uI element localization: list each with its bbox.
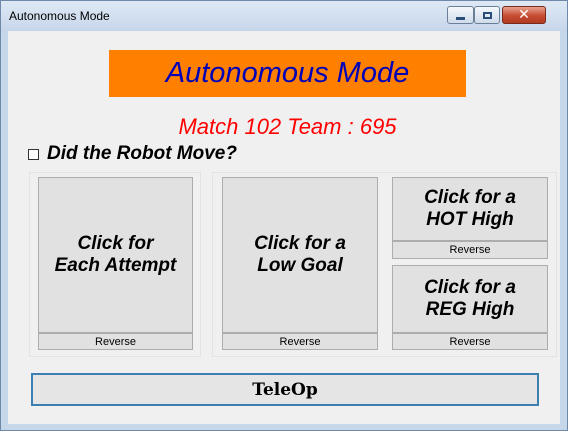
teleop-label: TeleOp xyxy=(252,379,318,400)
app-window: Autonomous Mode ✕ Autonomous Mode Match … xyxy=(0,0,568,431)
minimize-button[interactable] xyxy=(447,6,474,24)
banner-title: Autonomous Mode xyxy=(165,57,410,89)
hot-high-button[interactable]: Click for a HOT High xyxy=(392,177,548,241)
match-info: Match 102 Team : 695 xyxy=(109,108,466,134)
each-attempt-label: Click for Each Attempt xyxy=(54,233,177,276)
title-bar[interactable]: Autonomous Mode ✕ xyxy=(1,1,567,31)
robot-move-row[interactable]: Did the Robot Move? xyxy=(28,142,237,166)
reg-high-reverse-button[interactable]: Reverse xyxy=(392,333,548,350)
reg-high-button[interactable]: Click for a REG High xyxy=(392,265,548,333)
teleop-button[interactable]: TeleOp xyxy=(31,373,539,406)
maximize-icon xyxy=(482,11,492,19)
reg-high-label: Click for a REG High xyxy=(424,277,516,320)
each-attempt-button[interactable]: Click for Each Attempt xyxy=(38,177,193,333)
minimize-icon xyxy=(456,16,465,20)
hot-high-reverse-button[interactable]: Reverse xyxy=(392,241,548,259)
close-button[interactable]: ✕ xyxy=(502,6,546,24)
low-goal-button[interactable]: Click for a Low Goal xyxy=(222,177,378,333)
low-goal-label: Click for a Low Goal xyxy=(254,233,346,276)
match-info-label: Match 102 Team : 695 xyxy=(178,114,397,134)
mode-banner: Autonomous Mode xyxy=(109,50,466,97)
close-icon: ✕ xyxy=(518,7,530,23)
low-goal-reverse-button[interactable]: Reverse xyxy=(222,333,378,350)
hot-high-label: Click for a HOT High xyxy=(424,187,516,230)
form-client-area: Autonomous Mode Match 102 Team : 695 Did… xyxy=(8,31,560,424)
goals-panel: Click for a Low Goal Reverse Click for a… xyxy=(212,172,557,357)
maximize-button[interactable] xyxy=(474,6,500,24)
attempt-panel: Click for Each Attempt Reverse xyxy=(29,172,201,357)
robot-move-label[interactable]: Did the Robot Move? xyxy=(47,143,237,165)
robot-move-checkbox[interactable] xyxy=(28,148,39,160)
attempt-reverse-button[interactable]: Reverse xyxy=(38,333,193,350)
window-title: Autonomous Mode xyxy=(9,9,110,23)
